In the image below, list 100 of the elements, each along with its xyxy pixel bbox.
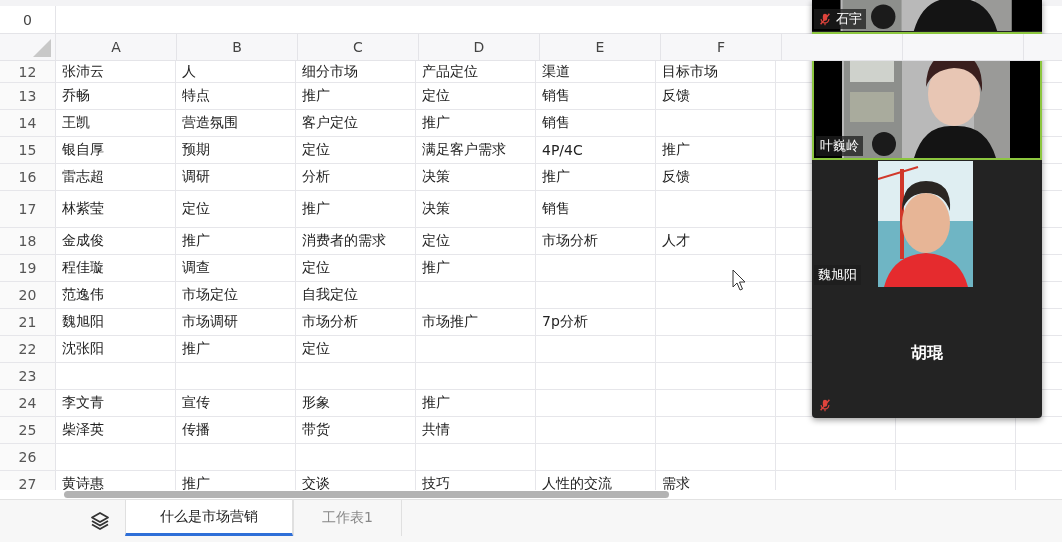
cell-text: 目标市场 xyxy=(662,62,718,81)
cell-text: 渠道 xyxy=(542,62,570,81)
cell-text: 7p分析 xyxy=(542,313,588,331)
row-number: 27 xyxy=(0,471,56,490)
cell-text: 自我定位 xyxy=(302,286,358,304)
row-number: 24 xyxy=(0,390,56,416)
cell-text: 推广 xyxy=(302,87,330,105)
column-header[interactable]: F xyxy=(661,34,782,60)
cell-text: 定位 xyxy=(422,87,450,105)
cell-text: 推广 xyxy=(422,259,450,277)
cell-text: 反馈 xyxy=(662,168,690,186)
participant-name: 石宇 xyxy=(836,10,862,28)
row-number: 26 xyxy=(0,444,56,470)
cell-text: 张沛云 xyxy=(62,62,104,81)
cell-text: 销售 xyxy=(542,114,570,132)
cell-text: 特点 xyxy=(182,87,210,105)
cell-text: 推广 xyxy=(422,114,450,132)
cell-text: 人才 xyxy=(662,232,690,250)
cell-text: 柴泽英 xyxy=(62,421,104,439)
cell-text: 金成俊 xyxy=(62,232,104,250)
row-number: 12 xyxy=(0,61,56,82)
row-number: 22 xyxy=(0,336,56,362)
cell-text: 反馈 xyxy=(662,87,690,105)
cell-text: 技巧 xyxy=(422,475,450,490)
cell-text: 定位 xyxy=(302,259,330,277)
cell-text: 推广 xyxy=(182,340,210,358)
cell-text: 市场调研 xyxy=(182,313,238,331)
participant-name: 魏旭阳 xyxy=(818,266,857,284)
cell-text: 银自厚 xyxy=(62,141,104,159)
row-number: 15 xyxy=(0,137,56,163)
cell-text: 推广 xyxy=(542,168,570,186)
cell-text: 决策 xyxy=(422,200,450,218)
cell-text: 调研 xyxy=(182,168,210,186)
cell-text: 黄诗惠 xyxy=(62,475,104,490)
participant-name: 胡琨 xyxy=(911,342,943,364)
cell-text: 带货 xyxy=(302,421,330,439)
cell-text: 推广 xyxy=(182,475,210,490)
cell-text: 满足客户需求 xyxy=(422,141,506,159)
cell-text: 雷志超 xyxy=(62,168,104,186)
row-number: 17 xyxy=(0,191,56,227)
cell-text: 定位 xyxy=(302,141,330,159)
cell-text: 4P/4C xyxy=(542,142,583,158)
cell-text: 推广 xyxy=(302,200,330,218)
name-box[interactable]: 0 xyxy=(0,6,56,33)
cell-text: 产品定位 xyxy=(422,62,478,81)
cell-text: 传播 xyxy=(182,421,210,439)
cell-text: 王凯 xyxy=(62,114,90,132)
row-number: 19 xyxy=(0,255,56,281)
cell-text: 推广 xyxy=(182,232,210,250)
row-number: 20 xyxy=(0,282,56,308)
cell-text: 定位 xyxy=(422,232,450,250)
column-header[interactable]: B xyxy=(177,34,298,60)
column-header[interactable]: D xyxy=(419,34,540,60)
cell-text: 交谈 xyxy=(302,475,330,490)
cell-text: 林紫莹 xyxy=(62,200,104,218)
cell-text: 市场定位 xyxy=(182,286,238,304)
row-number: 25 xyxy=(0,417,56,443)
participant-name: 叶巍岭 xyxy=(820,137,859,155)
cell-text: 定位 xyxy=(302,340,330,358)
cell-text: 人性的交流 xyxy=(542,475,612,490)
cell-text: 程佳璇 xyxy=(62,259,104,277)
row-number: 23 xyxy=(0,363,56,389)
row-number: 16 xyxy=(0,164,56,190)
cell-text: 决策 xyxy=(422,168,450,186)
cell-text: 形象 xyxy=(302,394,330,412)
cell-text: 推广 xyxy=(662,141,690,159)
corner-triangle-icon xyxy=(33,39,51,57)
cell-text: 销售 xyxy=(542,87,570,105)
cell-text: 乔畅 xyxy=(62,87,90,105)
cell-text: 营造氛围 xyxy=(182,114,238,132)
cell-text: 调查 xyxy=(182,259,210,277)
horizontal-scrollbar[interactable] xyxy=(64,491,669,498)
row-number: 21 xyxy=(0,309,56,335)
cell-text: 市场分析 xyxy=(302,313,358,331)
row-number: 13 xyxy=(0,83,56,109)
cell-text: 定位 xyxy=(182,200,210,218)
cell-text: 范逸伟 xyxy=(62,286,104,304)
cell-text: 人 xyxy=(182,62,196,81)
cell-text: 客户定位 xyxy=(302,114,358,132)
cell-text: 需求 xyxy=(662,475,690,490)
sheet-tab[interactable]: 什么是市场营销 xyxy=(125,500,293,536)
column-header[interactable]: A xyxy=(56,34,177,60)
layers-icon[interactable] xyxy=(90,511,110,531)
cursor-icon xyxy=(732,269,746,291)
cell-text: 市场分析 xyxy=(542,232,598,250)
cell-text: 销售 xyxy=(542,200,570,218)
column-header[interactable]: E xyxy=(540,34,661,60)
cell-text: 李文青 xyxy=(62,394,104,412)
cell-text: 分析 xyxy=(302,168,330,186)
cell-text: 共情 xyxy=(422,421,450,439)
cell-text: 消费者的需求 xyxy=(302,232,386,250)
row-number: 14 xyxy=(0,110,56,136)
cell-text: 魏旭阳 xyxy=(62,313,104,331)
cell-text: 预期 xyxy=(182,141,210,159)
column-header[interactable]: C xyxy=(298,34,419,60)
cell-text: 推广 xyxy=(422,394,450,412)
cell-text: 市场推广 xyxy=(422,313,478,331)
row-number: 18 xyxy=(0,228,56,254)
cell-text: 细分市场 xyxy=(302,62,358,81)
cell-text: 宣传 xyxy=(182,394,210,412)
